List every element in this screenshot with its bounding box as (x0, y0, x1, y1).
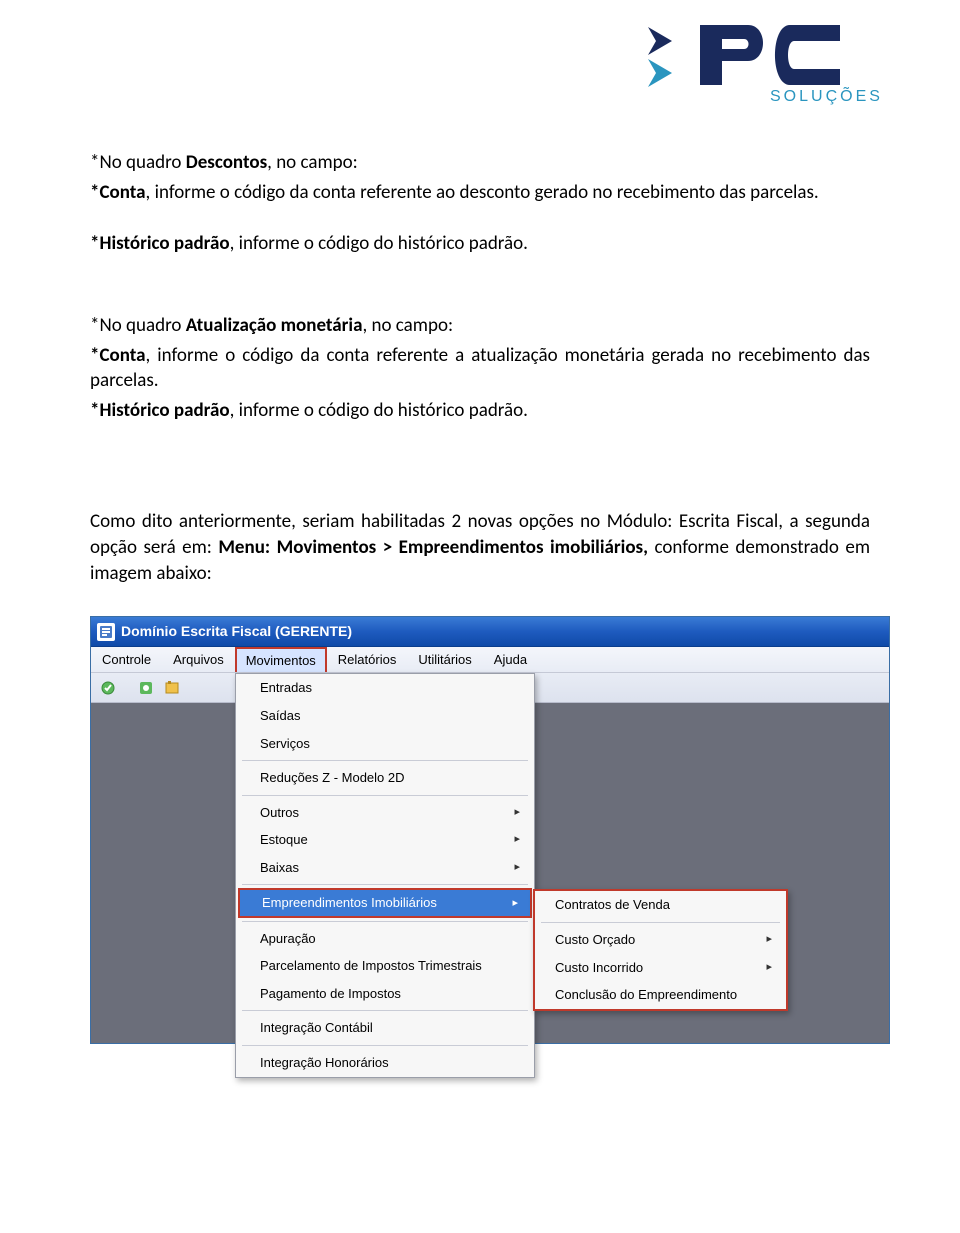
dd-integracao-honorarios[interactable]: Integração Honorários (236, 1049, 534, 1077)
toolbar-icon-3[interactable] (161, 677, 183, 699)
dd-sep (242, 921, 528, 922)
dd-sep (242, 884, 528, 885)
para-intro-screenshot: Como dito anteriormente, seriam habilita… (90, 509, 870, 586)
dd-pagamento[interactable]: Pagamento de Impostos (236, 980, 534, 1008)
sub-custo-orcado[interactable]: Custo Orçado (535, 926, 786, 954)
para-descontos-conta: *Conta, informe o código da conta refere… (90, 180, 870, 206)
dd-sep (242, 795, 528, 796)
dd-outros[interactable]: Outros (236, 799, 534, 827)
menu-utilitarios[interactable]: Utilitários (407, 647, 482, 672)
submenu-empreendimentos: Contratos de Venda Custo Orçado Custo In… (533, 889, 788, 1010)
toolbar-icon-2[interactable] (135, 677, 157, 699)
logo-tagline: SOLUÇÕES (770, 85, 883, 105)
menu-arquivos[interactable]: Arquivos (162, 647, 235, 672)
dd-sep (242, 760, 528, 761)
dd-parcelamento[interactable]: Parcelamento de Impostos Trimestrais (236, 952, 534, 980)
logo: SOLUÇÕES (630, 15, 920, 105)
menubar: Controle Arquivos Movimentos Relatórios … (91, 647, 889, 673)
dd-baixas[interactable]: Baixas (236, 854, 534, 882)
menu-movimentos[interactable]: Movimentos (235, 647, 327, 672)
dd-entradas[interactable]: Entradas (236, 674, 534, 702)
sub-contratos-venda[interactable]: Contratos de Venda (535, 891, 786, 919)
dd-servicos[interactable]: Serviços (236, 730, 534, 758)
menu-dropdown: Entradas Saídas Serviços Reduções Z - Mo… (235, 673, 535, 1077)
dd-sep (242, 1010, 528, 1011)
dd-estoque[interactable]: Estoque (236, 826, 534, 854)
dd-reducoes-z[interactable]: Reduções Z - Modelo 2D (236, 764, 534, 792)
para-descontos-hist: *Histórico padrão, informe o código do h… (90, 231, 870, 257)
dd-sep (242, 1045, 528, 1046)
para-atualizacao-hist: *Histórico padrão, informe o código do h… (90, 398, 870, 424)
dd-integracao-contabil[interactable]: Integração Contábil (236, 1014, 534, 1042)
sub-sep (541, 922, 780, 923)
menu-ajuda[interactable]: Ajuda (483, 647, 538, 672)
sub-conclusao[interactable]: Conclusão do Empreendimento (535, 981, 786, 1009)
dd-saidas[interactable]: Saídas (236, 702, 534, 730)
para-atualizacao-conta: *Conta, informe o código da conta refere… (90, 343, 870, 394)
titlebar: Domínio Escrita Fiscal (GERENTE) (91, 617, 889, 647)
para-descontos-header: *No quadro Descontos, no campo: (90, 150, 870, 176)
menu-controle[interactable]: Controle (91, 647, 162, 672)
para-atualizacao-header: *No quadro Atualização monetária, no cam… (90, 313, 870, 339)
document-body: *No quadro Descontos, no campo: *Conta, … (90, 20, 870, 1044)
dd-empreendimentos[interactable]: Empreendimentos Imobiliários (238, 888, 532, 918)
app-window: Domínio Escrita Fiscal (GERENTE) Control… (90, 616, 890, 1044)
sub-custo-incorrido[interactable]: Custo Incorrido (535, 954, 786, 982)
dd-apuracao[interactable]: Apuração (236, 925, 534, 953)
window-title: Domínio Escrita Fiscal (GERENTE) (121, 622, 352, 641)
menu-relatorios[interactable]: Relatórios (327, 647, 408, 672)
toolbar-icon-1[interactable] (97, 677, 119, 699)
app-icon (97, 623, 115, 641)
